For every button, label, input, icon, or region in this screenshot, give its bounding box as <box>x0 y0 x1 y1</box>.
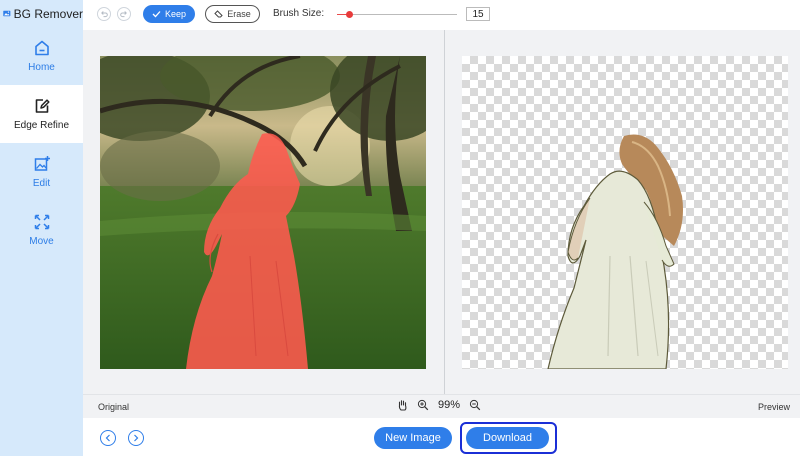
app-title: BG Remover <box>13 6 83 21</box>
zoom-out-icon[interactable] <box>469 399 481 411</box>
original-label: Original <box>98 402 130 412</box>
brush-size-slider[interactable] <box>337 11 457 18</box>
workspace <box>83 30 800 394</box>
sidebar-item-edge-refine[interactable]: Edge Refine <box>0 85 83 143</box>
undo-button[interactable] <box>97 7 111 21</box>
home-icon <box>34 40 49 56</box>
brand: BG Remover <box>0 0 83 27</box>
erase-button[interactable]: Erase <box>205 5 260 23</box>
eraser-icon <box>214 10 223 18</box>
chevron-left-icon <box>105 434 110 442</box>
brush-size-label: Brush Size: <box>273 8 325 19</box>
zoom-controls: 99% <box>397 399 481 411</box>
check-icon <box>152 11 161 18</box>
redo-button[interactable] <box>117 7 131 21</box>
sidebar-item-label: Edge Refine <box>13 120 70 131</box>
toolbar: Keep Erase Brush Size: 15 <box>83 0 800 30</box>
brush-size-value[interactable]: 15 <box>466 7 490 21</box>
footer: New Image Download <box>83 418 800 456</box>
next-button[interactable] <box>128 430 144 446</box>
zoom-in-icon[interactable] <box>417 399 429 411</box>
sidebar-item-edit[interactable]: Edit <box>0 143 83 201</box>
sidebar-item-label: Home <box>28 62 55 73</box>
keep-button[interactable]: Keep <box>143 5 195 23</box>
slider-thumb[interactable] <box>346 11 353 18</box>
preview-label: Preview <box>757 402 790 412</box>
sidebar-item-label: Edit <box>32 178 51 189</box>
sidebar-item-move[interactable]: Move <box>0 201 83 259</box>
move-icon <box>34 214 49 230</box>
status-bar: Original 99% Preview <box>83 394 800 418</box>
logo-icon <box>3 10 11 17</box>
erase-label: Erase <box>227 9 251 19</box>
edge-refine-icon <box>35 99 50 113</box>
panel-divider <box>444 30 445 394</box>
sidebar-item-home[interactable]: Home <box>0 27 83 85</box>
sidebar-item-label: Move <box>29 236 54 247</box>
zoom-level: 99% <box>438 399 461 411</box>
undo-icon <box>101 11 108 18</box>
new-image-button[interactable]: New Image <box>374 427 452 449</box>
download-button[interactable]: Download <box>466 427 549 449</box>
keep-label: Keep <box>164 9 187 19</box>
chevron-right-icon <box>134 434 139 442</box>
preview-image[interactable] <box>462 56 788 369</box>
previous-button[interactable] <box>100 430 116 446</box>
hand-icon[interactable] <box>397 399 408 411</box>
original-image[interactable] <box>100 56 426 369</box>
edit-image-icon <box>34 156 50 171</box>
redo-icon <box>120 11 127 18</box>
sidebar: BG Remover Home Edge Refine Edit Move <box>0 0 83 456</box>
